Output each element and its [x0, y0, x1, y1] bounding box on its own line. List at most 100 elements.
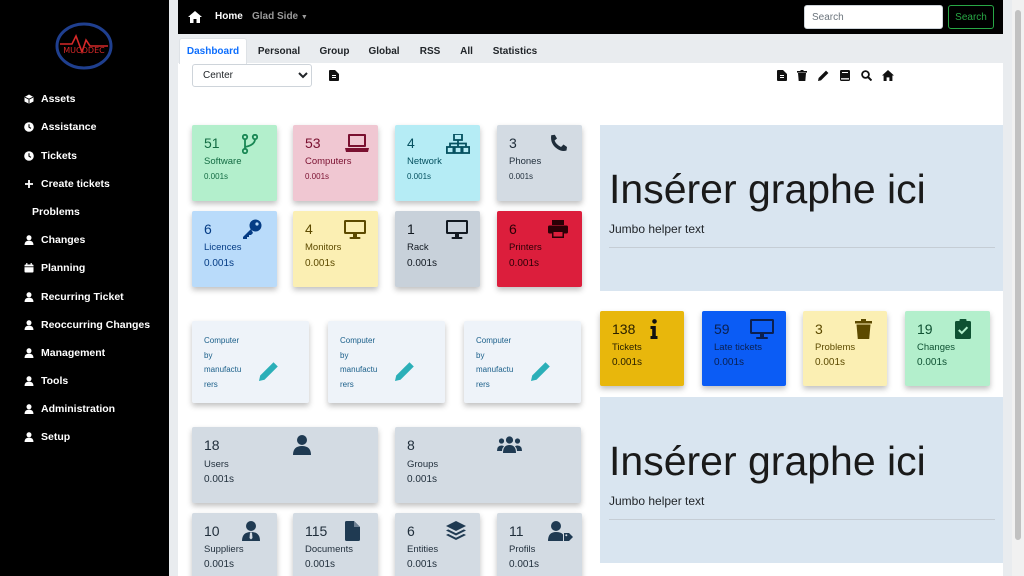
sidebar-item-label: Tickets [41, 150, 77, 162]
card-entities[interactable]: 6 Entities 0.001s [395, 513, 480, 576]
pencil-icon [395, 361, 415, 386]
jumbotron-title: Insérer graphe ici [609, 166, 926, 212]
book-icon[interactable] [839, 69, 851, 81]
pencil-icon[interactable] [817, 69, 829, 81]
user-tie-icon [242, 521, 260, 546]
sidebar-item-label: Reoccurring Changes [41, 319, 151, 331]
card-phones[interactable]: 3 Phones 0.001s [497, 125, 582, 201]
info-icon [650, 319, 658, 344]
sidebar-item-assistance[interactable]: Assistance [24, 117, 96, 137]
card-documents[interactable]: 115 Documents 0.001s [293, 513, 378, 576]
tab-dashboard[interactable]: Dashboard [179, 38, 247, 64]
card-suppliers[interactable]: 10 Suppliers 0.001s [192, 513, 277, 576]
sidebar-item-management[interactable]: Management [24, 343, 105, 363]
svg-text:MUCODEC: MUCODEC [63, 46, 105, 55]
card-count: 3 [509, 135, 517, 151]
sidebar-item-label: Assets [41, 93, 76, 105]
text-line: rers [204, 379, 218, 389]
sidebar-item-label: Planning [41, 262, 86, 274]
card-label: Printers [509, 242, 542, 253]
tab-group[interactable]: Group [314, 38, 355, 64]
card-time: 0.001s [407, 559, 438, 570]
mucodec-logo[interactable]: MUCODEC [54, 22, 114, 70]
search-input[interactable] [804, 5, 943, 29]
user-icon [24, 348, 34, 358]
card-software[interactable]: 51 Software 0.001s [192, 125, 277, 201]
sidebar-item-tools[interactable]: Tools [24, 371, 68, 391]
tab-rss[interactable]: RSS [414, 38, 446, 64]
card-count: 4 [407, 135, 415, 151]
search-button[interactable]: Search [948, 5, 994, 29]
card-network[interactable]: 4 Network 0.001s [395, 125, 480, 201]
printer-icon [548, 220, 568, 243]
card-time: 0.001s [305, 559, 336, 570]
card-groups[interactable]: 8 Groups 0.001s [395, 427, 581, 503]
nav-home-link[interactable]: Home [215, 11, 243, 22]
card-label: Groups [407, 459, 439, 470]
home-icon[interactable] [882, 69, 894, 81]
card-time: 0.001s [305, 258, 336, 269]
search-icon[interactable] [860, 69, 872, 81]
sidebar-item-reoccurring-changes[interactable]: Reoccurring Changes [24, 315, 150, 335]
tab-statistics[interactable]: Statistics [487, 38, 543, 64]
card-tickets[interactable]: 138 Tickets 0.001s [600, 311, 684, 386]
sidebar-item-administration[interactable]: Administration [24, 399, 115, 419]
card-label: Network [407, 156, 442, 167]
tab-personal[interactable]: Personal [252, 38, 306, 64]
card-computers[interactable]: 53 Computers 0.001s [293, 125, 378, 201]
chart-link-card[interactable]: Computer by manufactu rers [464, 321, 581, 403]
entity-dropdown-label: Glad Side [252, 11, 299, 22]
card-count: 3 [815, 321, 823, 337]
card-changes[interactable]: 19 Changes 0.001s [905, 311, 990, 386]
entity-dropdown[interactable]: Glad Side ▼ [252, 11, 308, 22]
sidebar-item-tickets[interactable]: Tickets [24, 146, 77, 166]
tab-global[interactable]: Global [363, 38, 405, 64]
monitor-icon [344, 220, 366, 244]
text-line: by [340, 350, 349, 360]
sidebar-item-changes[interactable]: Changes [24, 230, 85, 250]
text-line: Computer [204, 336, 240, 345]
sidebar-item-label: Recurring Ticket [41, 291, 124, 303]
chart-link-card[interactable]: Computer by manufactu rers [192, 321, 309, 403]
card-licences[interactable]: 6 Licences 0.001s [192, 211, 277, 287]
card-profils[interactable]: 11 Profils 0.001s [497, 513, 582, 576]
trash-icon[interactable] [796, 69, 808, 81]
entity-select[interactable]: Center [192, 64, 312, 87]
network-icon [445, 133, 471, 159]
card-time: 0.001s [917, 357, 948, 368]
save-icon[interactable] [328, 69, 340, 81]
card-late-tickets[interactable]: 59 Late tickets 0.001s [702, 311, 786, 386]
scrollbar-thumb[interactable] [1015, 10, 1021, 540]
chart-link-text: Computer by manufactu rers [204, 334, 246, 392]
card-time: 0.001s [509, 559, 540, 570]
card-label: Users [204, 459, 229, 470]
user-icon [24, 376, 34, 386]
card-time: 0.001s [509, 258, 540, 269]
card-time: 0.001s [407, 258, 438, 269]
card-count: 51 [204, 135, 220, 151]
card-printers[interactable]: 6 Printers 0.001s [497, 211, 582, 287]
chart-link-card[interactable]: Computer by manufactu rers [328, 321, 445, 403]
user-icon [24, 404, 34, 414]
user-icon [24, 235, 34, 245]
tab-all[interactable]: All [454, 38, 479, 64]
card-monitors[interactable]: 4 Monitors 0.001s [293, 211, 378, 287]
card-label: Licences [204, 242, 242, 253]
page-scrollbar[interactable] [1012, 0, 1024, 576]
sidebar-item-create-tickets[interactable]: Create tickets [24, 174, 110, 194]
home-icon[interactable] [188, 10, 202, 28]
sidebar-item-setup[interactable]: Setup [24, 427, 70, 447]
sidebar-item-planning[interactable]: Planning [24, 258, 85, 278]
save-icon[interactable] [776, 69, 788, 81]
sidebar-item-label: Create tickets [41, 178, 110, 190]
card-users[interactable]: 18 Users 0.001s [192, 427, 378, 503]
desktop-icon [750, 319, 774, 344]
card-problems[interactable]: 3 Problems 0.001s [803, 311, 887, 386]
card-rack[interactable]: 1 Rack 0.001s [395, 211, 480, 287]
card-count: 53 [305, 135, 321, 151]
sidebar-item-problems[interactable]: Problems [32, 202, 80, 222]
sidebar-item-recurring-ticket[interactable]: Recurring Ticket [24, 287, 124, 307]
user-icon [24, 320, 34, 330]
sidebar-item-assets[interactable]: Assets [24, 89, 75, 109]
card-label: Profils [509, 544, 536, 555]
